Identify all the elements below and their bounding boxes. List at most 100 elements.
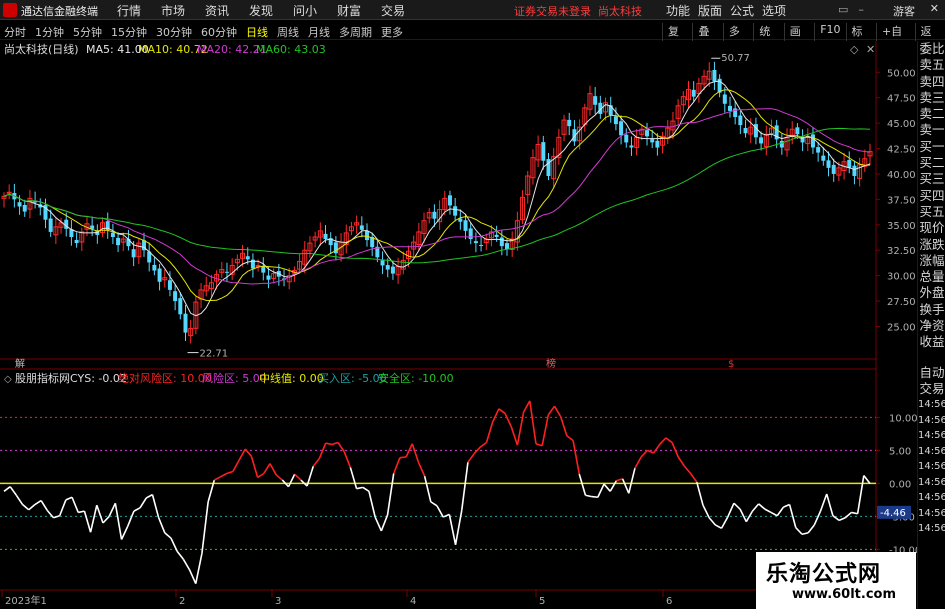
panel-close-icon[interactable]: ✕ — [866, 43, 875, 56]
side-panel-label: 现价 — [919, 220, 945, 236]
candle-body — [655, 140, 660, 148]
tab-period[interactable]: 5分钟 — [73, 24, 102, 40]
marker-rank[interactable]: 榜 — [546, 357, 556, 370]
candle-body — [499, 237, 504, 247]
candle-body — [261, 266, 266, 273]
tab-period[interactable]: 60分钟 — [201, 24, 237, 40]
tab-period-daily[interactable]: 日线 — [246, 24, 268, 40]
side-panel-label: 外盘 — [919, 285, 945, 301]
candle-body — [359, 225, 364, 230]
menu-item-function[interactable]: 功能 — [666, 2, 690, 19]
candle-body — [541, 142, 546, 161]
side-panel-label: 卖五 — [919, 57, 945, 73]
indicator-toggle-icon[interactable]: ◇ — [4, 374, 12, 385]
menu-item-options[interactable]: 选项 — [762, 2, 786, 19]
price-tick-label: 42.50 — [887, 145, 916, 156]
candle-body — [816, 147, 821, 153]
param-mid: 中线值: 0.00 — [259, 371, 324, 385]
candle-body — [178, 298, 183, 315]
candle-body — [22, 204, 27, 212]
watermark-url: www.60lt.com — [792, 587, 897, 602]
price-tick-label: 32.50 — [887, 246, 916, 257]
candle-body — [17, 202, 22, 207]
param-safe: 安全区: -10.00 — [378, 371, 454, 385]
menu-item-layout[interactable]: 版面 — [698, 2, 722, 19]
candle-body — [323, 233, 328, 240]
close-icon[interactable]: ✕ — [930, 2, 939, 15]
candle-body — [712, 69, 717, 82]
marker-dollar[interactable]: $ — [728, 359, 734, 370]
candle-body — [831, 164, 836, 174]
candle-body — [505, 243, 510, 250]
low-price-label: 22.71 — [199, 349, 228, 360]
current-value-text: -4.46 — [880, 508, 906, 519]
site-watermark: 乐淘公式网 www.60lt.com — [756, 552, 916, 609]
chart-area[interactable]: 尚太科技(日线) MA5: 41.00 MA10: 40.72 MA20: 42… — [0, 41, 917, 609]
candle-body — [779, 140, 784, 148]
tab-period[interactable]: 30分钟 — [156, 24, 192, 40]
layout-icon[interactable]: ▭ — [838, 3, 848, 16]
tab-period[interactable]: 15分钟 — [111, 24, 147, 40]
app-name: 通达信金融终端 — [21, 5, 98, 18]
candle-body — [494, 234, 499, 237]
side-panel-label[interactable]: 自动 — [918, 365, 945, 381]
indicator-tick-label: 10.00 — [889, 413, 917, 424]
side-panel-label: 卖一 — [919, 122, 945, 138]
candle-body — [645, 130, 650, 137]
main-panel-title: 尚太科技(日线) — [4, 42, 79, 56]
side-panel-label: 卖二 — [919, 106, 945, 122]
tab-period[interactable]: 1分钟 — [35, 24, 64, 40]
candle-body — [390, 266, 395, 274]
app-logo-icon — [3, 3, 17, 17]
price-tick-label: 37.50 — [887, 195, 916, 206]
candle-body — [650, 139, 655, 143]
candle-body — [110, 232, 115, 237]
candle-body — [74, 239, 79, 244]
side-panel-label: 换手 — [919, 301, 945, 317]
tab-period[interactable]: 分时 — [4, 24, 26, 40]
side-panel-label: 14:56 — [918, 476, 945, 488]
time-tick-label: 4 — [410, 596, 416, 607]
login-notice[interactable]: 证券交易未登录 尚太科技 — [514, 3, 642, 19]
candle-body — [759, 137, 764, 144]
minimize-icon[interactable]: – — [858, 3, 864, 16]
guest-login[interactable]: 游客 — [893, 3, 915, 19]
candle-body — [48, 218, 53, 232]
price-tick-label: 30.00 — [887, 272, 916, 283]
candle-body — [727, 105, 732, 111]
marker-unlock[interactable]: 解 — [15, 357, 25, 370]
tab-period[interactable]: 周线 — [277, 24, 299, 40]
collapse-icon[interactable]: ◇ — [850, 43, 859, 56]
ma-legend: MA5: 41.00 MA10: 40.72 MA20: 42.21 MA60:… — [86, 43, 326, 56]
candle-body — [619, 121, 624, 136]
candle-body — [453, 206, 458, 216]
time-tick-label: 5 — [539, 596, 545, 607]
candle-body — [593, 96, 598, 105]
candle-body — [167, 280, 172, 290]
indicator-title: 股朋指标网 — [15, 371, 70, 385]
candle-body — [152, 264, 157, 271]
candle-body — [821, 155, 826, 161]
period-toolbar: 分时 1分钟 5分钟 15分钟 30分钟 60分钟 日线 周线 月线 多周期 更… — [0, 21, 945, 55]
candle-body — [738, 115, 743, 126]
candle-body — [629, 145, 634, 148]
side-panel-label: 收益 — [919, 334, 945, 350]
side-panel-label: 总量 — [919, 269, 945, 285]
candle-body — [743, 127, 748, 134]
menu-item-formula[interactable]: 公式 — [730, 2, 754, 19]
tab-period[interactable]: 多周期 — [339, 24, 372, 40]
side-panel-label: 净资 — [919, 318, 945, 334]
price-tick-label: 47.50 — [887, 94, 916, 105]
tab-period[interactable]: 月线 — [308, 24, 330, 40]
tab-more[interactable]: 更多 — [381, 24, 403, 40]
side-panel-label: 买五 — [919, 203, 945, 219]
quote-side-panel: 委比 卖五 卖四 卖三 卖二 卖一 买一 买二 买三 买四 买五 现价 涨跌 涨幅 总量 外盘 换手 净资 收益 自动… — [917, 41, 945, 609]
candle-body — [245, 256, 250, 260]
ma60-label: MA60: 43.03 — [256, 43, 326, 56]
candle-body — [463, 220, 468, 231]
side-panel-label[interactable]: 交易 — [918, 381, 945, 397]
side-panel-label: 14:56 — [918, 507, 945, 519]
side-panel-label: 买一 — [919, 138, 945, 154]
candle-body — [266, 275, 271, 280]
right-menu: 功能 版面 公式 选项 — [666, 2, 794, 19]
